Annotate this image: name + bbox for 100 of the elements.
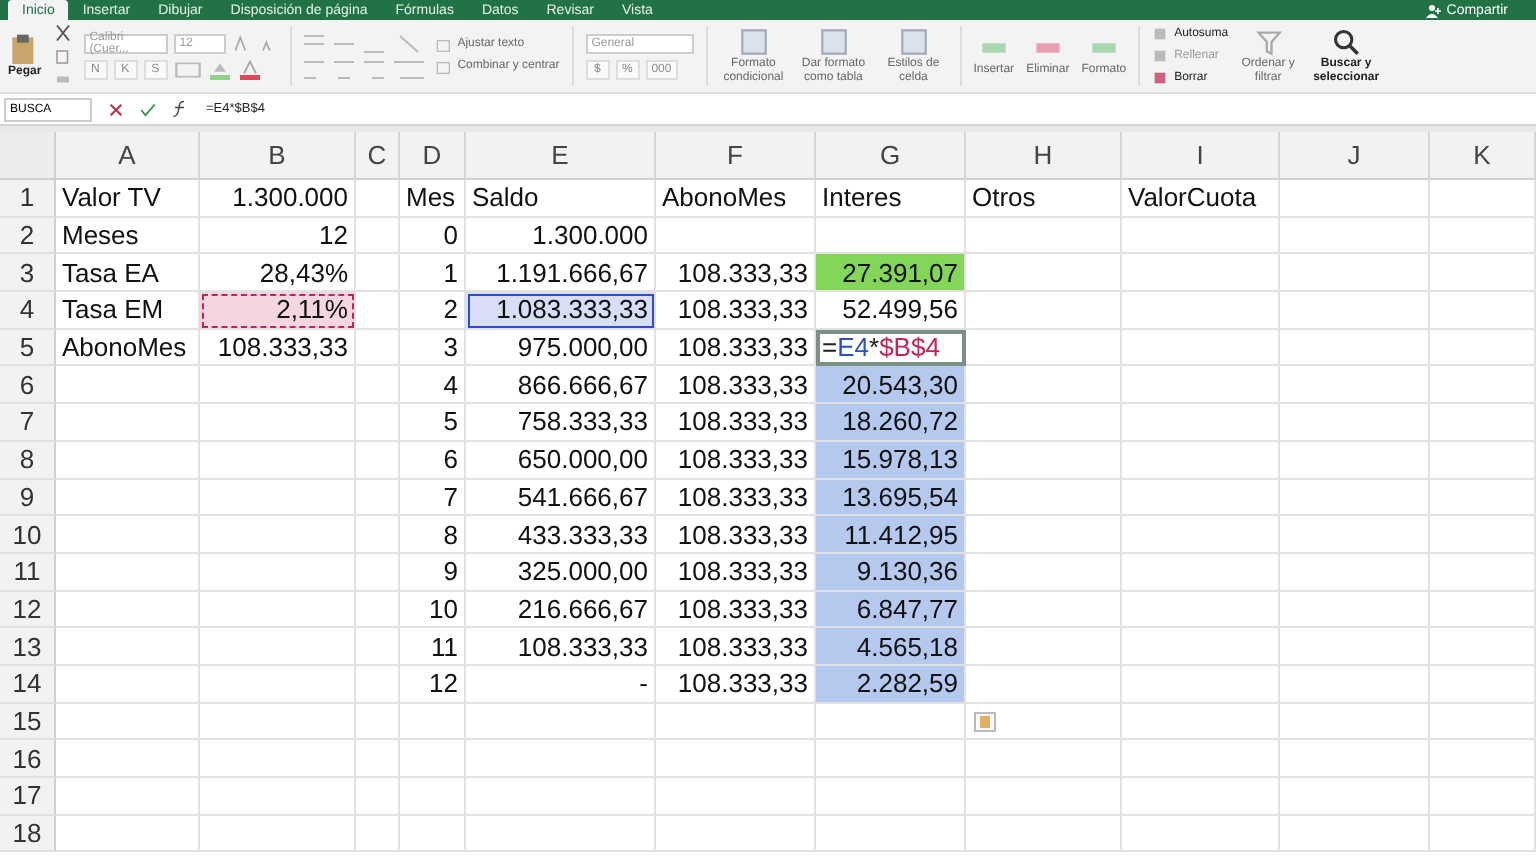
scissors-icon [53, 23, 72, 41]
table-cell: 650.000,00 [466, 441, 656, 479]
editing-cell[interactable]: =E4*$B$4 [816, 329, 966, 367]
table-cell: Saldo [466, 180, 656, 218]
row-header[interactable]: 15 [0, 703, 56, 741]
table-cell: 6 [400, 441, 466, 479]
table-cell: 9 [400, 553, 466, 592]
empty-cell [1430, 329, 1536, 367]
empty-cell [1430, 665, 1536, 704]
grow-font-icon [231, 33, 252, 53]
table-cell: 216.666,67 [466, 591, 656, 629]
table-cell: Tasa EA [56, 254, 200, 293]
fill-color-icon [207, 59, 232, 79]
empty-cell [356, 366, 400, 405]
empty-cell [400, 778, 466, 816]
empty-cell [1430, 292, 1536, 330]
table-cell: Mes [400, 180, 466, 218]
column-header[interactable]: E [466, 132, 656, 180]
row-header[interactable]: 14 [0, 665, 56, 704]
table-cell: 28,43% [200, 254, 356, 293]
column-header[interactable]: C [356, 132, 400, 180]
table-cell: 11 [400, 628, 466, 666]
table-cell: 866.666,67 [466, 366, 656, 405]
search-icon [1332, 27, 1361, 56]
table-cell: 975.000,00 [466, 329, 656, 367]
table-cell: Interes [816, 180, 966, 218]
row-header[interactable]: 2 [0, 217, 56, 255]
sort-filter-icon [1254, 27, 1283, 56]
empty-cell [1430, 254, 1536, 293]
empty-cell [356, 180, 400, 218]
row-header[interactable]: 16 [0, 740, 56, 778]
column-header[interactable]: J [1280, 132, 1430, 180]
empty-cell [356, 441, 400, 479]
row-header[interactable]: 8 [0, 441, 56, 479]
table-cell: - [466, 665, 656, 704]
column-header[interactable]: D [400, 132, 466, 180]
alignment-icons-drawing [303, 33, 424, 53]
empty-cell [356, 404, 400, 442]
table-cell: 4.565,18 [816, 628, 966, 666]
table-cell: 541.666,67 [466, 479, 656, 517]
table-cell: 325.000,00 [466, 553, 656, 592]
row-header[interactable]: 18 [0, 815, 56, 853]
empty-cell [1430, 815, 1536, 853]
empty-cell [356, 479, 400, 517]
row-header[interactable]: 3 [0, 254, 56, 293]
row-header[interactable]: 13 [0, 628, 56, 666]
empty-cell [1430, 441, 1536, 479]
table-cell: 2.282,59 [816, 665, 966, 704]
empty-cell [1430, 591, 1536, 629]
table-cell: Meses [56, 217, 200, 255]
row-header[interactable]: 10 [0, 516, 56, 554]
table-cell: ValorCuota [1122, 180, 1280, 218]
alignment-buttons-drawing [303, 59, 424, 79]
row-header[interactable]: 11 [0, 553, 56, 592]
empty-cell [356, 329, 400, 367]
border-icon [173, 59, 202, 79]
table-cell: 2 [400, 292, 466, 330]
column-header[interactable]: G [816, 132, 966, 180]
table-cell: 15.978,13 [816, 441, 966, 479]
row-header[interactable]: 12 [0, 591, 56, 629]
close-icon [108, 101, 124, 117]
font-color-icon [237, 59, 262, 79]
empty-cell [1430, 740, 1536, 778]
empty-cell [1430, 516, 1536, 554]
table-cell: 6.847,77 [816, 591, 966, 629]
select-all-corner[interactable] [0, 132, 56, 180]
paste-options-icon[interactable] [974, 711, 996, 732]
empty-cell [1430, 553, 1536, 592]
table-cell: 0 [400, 217, 466, 255]
format-painter-icon [53, 71, 72, 89]
table-cell: 1.191.666,67 [466, 254, 656, 293]
row-header[interactable]: 9 [0, 479, 56, 517]
empty-cell [400, 703, 466, 741]
empty-cell [1430, 217, 1536, 255]
empty-cell [356, 665, 400, 704]
empty-cell [400, 740, 466, 778]
empty-cell [356, 217, 400, 255]
table-cell: 433.333,33 [466, 516, 656, 554]
table-cell: 108.333,33 [656, 292, 816, 330]
table-cell: 12 [200, 217, 356, 255]
empty-cell [356, 703, 400, 741]
table-cell: 12 [400, 665, 466, 704]
column-header[interactable]: K [1430, 132, 1536, 180]
column-header[interactable]: F [656, 132, 816, 180]
table-cell: 1.300.000 [200, 180, 356, 218]
row-header[interactable]: 17 [0, 778, 56, 816]
row-header[interactable]: 7 [0, 404, 56, 442]
table-cell: 18.260,72 [816, 404, 966, 442]
column-header[interactable]: B [200, 132, 356, 180]
merge-icon [435, 59, 452, 75]
row-header[interactable]: 5 [0, 329, 56, 367]
row-header[interactable]: 4 [0, 292, 56, 330]
table-cell: 108.333,33 [466, 628, 656, 666]
row-header[interactable]: 1 [0, 180, 56, 218]
column-header[interactable]: I [1122, 132, 1280, 180]
column-header[interactable]: A [56, 132, 200, 180]
column-header[interactable]: H [966, 132, 1122, 180]
empty-cell [1430, 778, 1536, 816]
table-cell: 108.333,33 [200, 329, 356, 367]
row-header[interactable]: 6 [0, 366, 56, 405]
